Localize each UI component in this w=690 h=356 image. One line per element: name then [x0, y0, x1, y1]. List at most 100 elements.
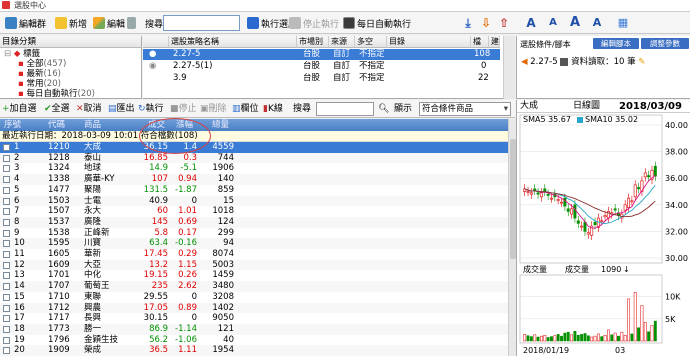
pencil-icon[interactable]: ✎: [638, 57, 645, 67]
col-code[interactable]: 代碼: [48, 119, 65, 131]
table-row[interactable]: 8 1537 廣隆 145 0.69 124: [0, 216, 508, 228]
add-watchlist-button[interactable]: +加自選: [2, 103, 37, 115]
list-scrollbar[interactable]: [508, 119, 516, 356]
tree-item-latest[interactable]: ▪ 最新(16): [4, 69, 141, 79]
row-checkbox[interactable]: [3, 208, 10, 216]
strategy-row[interactable]: 3.9 台股 自訂 不指定 22: [143, 73, 500, 84]
cell-n: 15: [14, 291, 25, 302]
table-row[interactable]: 17 1717 長興 30.15 0 9050: [0, 313, 508, 324]
strategy-col-count[interactable]: 檔數: [471, 36, 489, 58]
row-checkbox[interactable]: [3, 176, 10, 184]
tree-item-all[interactable]: ▪ 全部(457): [4, 59, 141, 69]
cancel-button[interactable]: ✕取消: [76, 103, 102, 115]
tree-item-daily-auto[interactable]: ▪ 每日自動執行(20): [4, 89, 141, 99]
strategy-col-created[interactable]: 建立: [489, 36, 500, 48]
list-search-input[interactable]: [316, 102, 374, 116]
strategy-row[interactable]: ● 2.27-5 台股 自訂 不指定 108: [143, 49, 500, 60]
row-checkbox[interactable]: [3, 251, 10, 258]
table-row[interactable]: 19 1796 金穎生技 56.2 -1.06 40: [0, 335, 508, 346]
edit-group-button[interactable]: 編輯群: [2, 15, 49, 31]
row-checkbox[interactable]: [3, 218, 10, 226]
table-row[interactable]: 2 1218 泰山 16.85 0.3 744: [0, 152, 508, 164]
stop-run-button[interactable]: 停止執行: [286, 15, 342, 31]
row-checkbox[interactable]: [3, 144, 10, 151]
radio-icon[interactable]: ●: [147, 49, 156, 60]
table-row[interactable]: 9 1538 正峰新 5.8 0.17 299: [0, 228, 508, 239]
strategy-row[interactable]: ◉ 2.27-5(1) 台股 自訂 不指定 0: [143, 61, 500, 72]
col-change[interactable]: 漲幅: [176, 119, 193, 131]
table-row[interactable]: 7 1507 永大 60 1.01 1018: [0, 206, 508, 217]
row-checkbox[interactable]: [3, 336, 10, 344]
table-row[interactable]: 12 1609 大亞 13.2 1.15 5003: [0, 259, 508, 271]
row-checkbox[interactable]: [3, 261, 10, 269]
tree-item-frequent[interactable]: ▪ 常用(20): [4, 79, 141, 89]
table-row[interactable]: 20 1909 榮成 36.5 1.11 1954: [0, 345, 508, 356]
table-row[interactable]: 15 1710 東聯 29.55 0 3208: [0, 292, 508, 303]
cell-chg: -1.87: [175, 184, 197, 195]
daily-auto-run-button[interactable]: 每日自動執行: [340, 15, 414, 31]
table-row[interactable]: 18 1773 勝一 86.9 -1.14 121: [0, 323, 508, 335]
kline-button[interactable]: ▮K線: [263, 103, 283, 115]
row-checkbox[interactable]: [3, 304, 10, 312]
table-row[interactable]: 6 1503 士電 40.9 0 15: [0, 195, 508, 207]
strategy-col-source[interactable]: 來源: [329, 36, 355, 48]
row-checkbox[interactable]: [3, 197, 10, 205]
strategy-col-side[interactable]: 多空: [355, 36, 387, 48]
row-checkbox[interactable]: [3, 240, 10, 248]
table-row[interactable]: 1 1210 大成 36.15 1.4 4559: [0, 142, 508, 153]
search-icon[interactable]: 🔍︎: [378, 103, 389, 115]
table-row[interactable]: 13 1701 中化 19.15 0.26 1459: [0, 270, 508, 281]
col-name[interactable]: 商品: [84, 119, 101, 131]
row-checkbox[interactable]: [3, 293, 10, 301]
columns-button[interactable]: ▥欄位: [232, 103, 259, 115]
col-index[interactable]: 序號: [4, 119, 21, 131]
table-row[interactable]: 5 1477 聚陽 131.5 -1.87 859: [0, 185, 508, 196]
edit-button[interactable]: 編輯: [90, 15, 128, 31]
grid-icon[interactable]: ▦: [614, 15, 632, 31]
table-row[interactable]: 3 1324 地球 14.9 -5.1 1906: [0, 163, 508, 174]
row-checkbox[interactable]: [3, 154, 10, 162]
table-row[interactable]: 16 1712 興農 17.05 0.89 1402: [0, 302, 508, 314]
stock-chart[interactable]: SMA5 35.67 SMA10 35.02 40.00 38.00 36.00 34.0…: [517, 113, 690, 356]
adjust-params-button[interactable]: 調整參數: [641, 38, 689, 49]
radio-icon[interactable]: ◉: [147, 61, 156, 72]
table-row[interactable]: 10 1595 川寶 63.4 -0.16 94: [0, 238, 508, 249]
display-filter-select[interactable]: 符合條件商品 ▾: [419, 102, 511, 116]
run-button[interactable]: ↻執行: [138, 103, 164, 115]
row-checkbox[interactable]: [3, 325, 10, 333]
font-decrease-icon[interactable]: A: [544, 15, 562, 31]
export-button[interactable]: ▤匯出: [108, 103, 135, 115]
row-checkbox[interactable]: [3, 272, 10, 280]
tree-root-tags[interactable]: ⊟ ◆ 標籤: [4, 49, 141, 59]
table-row[interactable]: 4 1338 廣華-KY 107 0.94 140: [0, 174, 508, 185]
import-icon[interactable]: ⇩: [477, 15, 495, 31]
strategy-col-name[interactable]: 選股策略名稱: [169, 36, 297, 48]
row-checkbox[interactable]: [3, 315, 10, 323]
row-checkbox[interactable]: [3, 283, 10, 291]
edit-script-button[interactable]: 編輯腳本: [593, 38, 639, 49]
font-small-icon[interactable]: A: [588, 15, 606, 31]
strategy-col-market[interactable]: 市場別: [297, 36, 329, 48]
filter-icon[interactable]: ⤓: [459, 15, 477, 31]
col-volume[interactable]: 總量: [212, 119, 229, 131]
row-checkbox[interactable]: [3, 165, 10, 173]
row-checkbox[interactable]: [3, 186, 10, 194]
table-row[interactable]: 14 1707 葡萄王 235 2.62 3480: [0, 281, 508, 292]
delete-button[interactable]: [124, 15, 139, 31]
strategy-col-folder[interactable]: 目錄: [387, 36, 471, 48]
row-checkbox[interactable]: [3, 229, 10, 237]
export-icon[interactable]: ⇧: [495, 15, 513, 31]
select-all-button[interactable]: ✔全選: [44, 103, 70, 115]
delete-list-button[interactable]: ▣刪除: [200, 103, 227, 115]
font-increase-icon[interactable]: A: [522, 15, 540, 31]
stop-button[interactable]: ■停止: [170, 103, 197, 115]
search-input[interactable]: [163, 15, 240, 31]
add-button[interactable]: 新增: [52, 15, 90, 31]
chart-period[interactable]: 日線圖: [573, 100, 600, 113]
table-row[interactable]: 11 1605 華新 17.45 0.29 8074: [0, 249, 508, 260]
row-checkbox[interactable]: [3, 347, 10, 355]
font-large-icon[interactable]: A: [566, 15, 584, 31]
col-price[interactable]: 成交: [148, 119, 165, 131]
volume-bar: [613, 332, 617, 342]
strategy-scrollbar[interactable]: [503, 36, 515, 99]
